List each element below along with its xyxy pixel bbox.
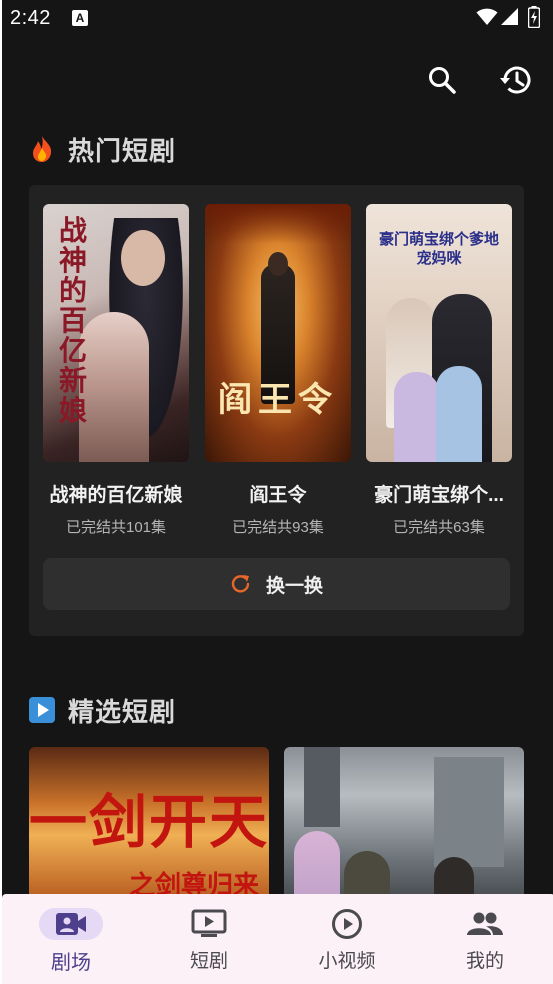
search-button[interactable] <box>422 60 462 100</box>
status-bar: 2:42 A <box>2 0 553 38</box>
hot-section-title: 热门短剧 <box>68 135 177 166</box>
drama-card[interactable]: 战神的百亿新娘 战神的百亿新娘 已完结共101集 <box>43 204 189 537</box>
poster-title-text: 阎王令 <box>218 380 338 420</box>
refresh-icon <box>231 575 250 593</box>
drama-episode-info: 已完结共63集 <box>393 519 485 536</box>
drama-card[interactable]: 豪门萌宝绑个爹地宠妈咪 豪门萌宝绑个... 已完结共63集 <box>366 204 512 537</box>
featured-drama-poster[interactable]: 一剑开天 之剑尊归来 <box>29 747 269 907</box>
drama-episode-info: 已完结共101集 <box>65 519 167 536</box>
nav-label: 剧场 <box>51 952 91 974</box>
nav-item-theater[interactable]: 剧场 <box>2 894 140 984</box>
tv-icon <box>191 908 227 940</box>
search-icon <box>429 67 456 94</box>
poster-title-text: 豪门萌宝绑个爹地宠妈咪 <box>378 230 499 267</box>
bottom-navigation: 剧场 短剧 小视频 我的 <box>2 894 553 984</box>
featured-section-header: 精选短剧 <box>28 690 176 730</box>
people-icon <box>467 908 503 940</box>
drama-episode-info: 已完结共93集 <box>232 519 324 536</box>
status-time: 2:42 <box>10 7 51 29</box>
refresh-label: 换一换 <box>265 575 323 597</box>
drama-poster[interactable]: 阎王令 <box>205 204 351 462</box>
drama-title: 战神的百亿新娘 <box>49 485 183 506</box>
refresh-button[interactable]: 换一换 <box>43 558 510 610</box>
battery-icon <box>528 6 540 28</box>
nav-item-short-video[interactable]: 小视频 <box>278 894 416 984</box>
featured-drama-poster[interactable] <box>284 747 524 907</box>
hot-drama-panel: 战神的百亿新娘 战神的百亿新娘 已完结共101集 阎王令 阎王令 已完结共93集… <box>29 185 524 636</box>
app-screen: 2:42 A 热门短剧 战神的百亿新娘 战神的百亿新娘 已完结共101集 阎王令… <box>2 0 553 984</box>
video-camera-icon <box>39 908 103 940</box>
nav-label: 小视频 <box>318 951 376 972</box>
nav-label: 短剧 <box>189 951 228 972</box>
drama-card[interactable]: 阎王令 阎王令 已完结共93集 <box>205 204 351 537</box>
play-square-icon <box>28 696 56 724</box>
poster-title-text: 一剑开天 <box>29 788 269 856</box>
nav-item-profile[interactable]: 我的 <box>416 894 553 984</box>
nav-item-short-drama[interactable]: 短剧 <box>140 894 278 984</box>
drama-title: 阎王令 <box>249 485 307 506</box>
a-icon: A <box>72 10 88 26</box>
drama-title: 豪门萌宝绑个... <box>374 485 504 506</box>
featured-section-title: 精选短剧 <box>68 696 177 727</box>
poster-title-text: 战神的百亿新娘 <box>59 214 88 427</box>
hot-section-header: 热门短剧 <box>28 129 176 169</box>
fire-icon <box>28 135 56 163</box>
drama-poster[interactable]: 豪门萌宝绑个爹地宠妈咪 <box>366 204 512 462</box>
signal-icon <box>501 8 518 25</box>
wifi-icon <box>476 8 498 25</box>
history-icon <box>500 66 531 94</box>
drama-poster[interactable]: 战神的百亿新娘 <box>43 204 189 462</box>
play-circle-icon <box>331 908 363 940</box>
history-button[interactable] <box>496 60 536 100</box>
nav-label: 我的 <box>465 951 504 972</box>
